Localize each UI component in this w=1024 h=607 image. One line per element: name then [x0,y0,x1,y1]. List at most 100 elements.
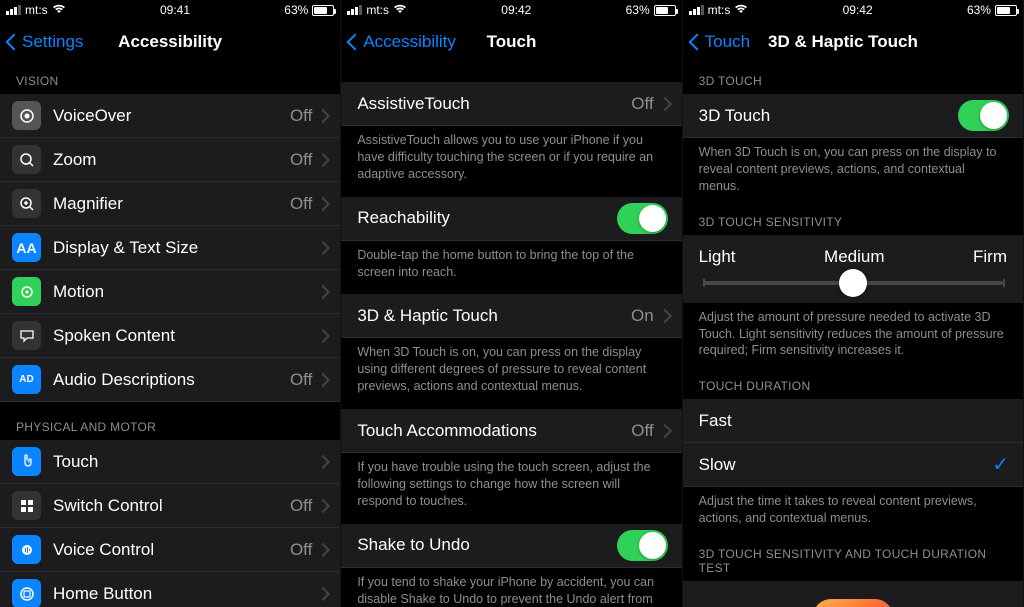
back-button[interactable]: Settings [8,32,83,52]
row-reachability[interactable]: Reachability [341,197,681,241]
battery-icon [654,5,676,16]
toggle-3d-touch[interactable] [958,100,1009,131]
row-touch[interactable]: Touch [0,440,340,484]
speech-bubble-icon [12,321,41,350]
nav-header: Accessibility Touch [341,20,681,64]
slider-label-firm: Firm [973,247,1007,267]
row-label: Spoken Content [53,326,318,346]
footer-assistive: AssistiveTouch allows you to use your iP… [341,126,681,197]
chevron-right-icon [318,373,326,386]
row-value: On [631,306,654,326]
magnifier-icon [12,189,41,218]
page-title: 3D & Haptic Touch [768,32,918,52]
status-time: 09:42 [843,3,873,17]
carrier-label: mt:s [366,3,389,17]
row-3d-touch[interactable]: 3D Touch [683,94,1023,138]
carrier-label: mt:s [25,3,48,17]
toggle-shake-to-undo[interactable] [617,530,668,561]
test-preview-icon[interactable] [813,599,893,607]
row-shake-to-undo[interactable]: Shake to Undo [341,524,681,568]
wifi-icon [393,4,407,17]
row-duration-fast[interactable]: Fast [683,399,1023,443]
row-label: Audio Descriptions [53,370,290,390]
row-spoken-content[interactable]: Spoken Content [0,314,340,358]
row-value: Off [290,496,312,516]
status-bar: mt:s 09:42 63% [683,0,1023,20]
chevron-right-icon [318,197,326,210]
row-label: Touch [53,452,318,472]
chevron-right-icon [318,329,326,342]
back-button[interactable]: Touch [691,32,750,52]
footer-reachability: Double-tap the home button to bring the … [341,241,681,295]
chevron-right-icon [318,109,326,122]
row-3d-haptic-touch[interactable]: 3D & Haptic Touch On [341,294,681,338]
panel-accessibility: mt:s 09:41 63% Settings Accessibility VI… [0,0,341,607]
row-switch-control[interactable]: Switch Control Off [0,484,340,528]
carrier-label: mt:s [708,3,731,17]
row-label: AssistiveTouch [357,94,631,114]
touch-icon [12,447,41,476]
row-label: Reachability [357,208,616,228]
chevron-right-icon [318,153,326,166]
panel-3d-haptic: mt:s 09:42 63% Touch 3D & Haptic Touch 3… [683,0,1024,607]
row-label: Home Button [53,584,318,604]
row-label: Fast [699,411,1009,431]
row-label: Slow [699,455,993,475]
row-label: Touch Accommodations [357,421,631,441]
panel-touch: mt:s 09:42 63% Accessibility Touch Assis… [341,0,682,607]
status-bar: mt:s 09:41 63% [0,0,340,20]
chevron-left-icon [691,32,703,52]
battery-pct: 63% [967,3,991,17]
status-bar: mt:s 09:42 63% [341,0,681,20]
text-size-icon: AA [12,233,41,262]
row-home-button[interactable]: Home Button [0,572,340,607]
sensitivity-slider-row: Light Medium Firm [683,235,1023,303]
row-label: Voice Control [53,540,290,560]
signal-icon [6,5,21,15]
toggle-reachability[interactable] [617,203,668,234]
voiceover-icon [12,101,41,130]
nav-header: Touch 3D & Haptic Touch [683,20,1023,64]
row-value: Off [631,94,653,114]
row-label: 3D Touch [699,106,958,126]
row-label: 3D & Haptic Touch [357,306,631,326]
footer-3d-touch: When 3D Touch is on, you can press on th… [683,138,1023,209]
back-button[interactable]: Accessibility [349,32,456,52]
chevron-right-icon [318,241,326,254]
back-label: Touch [705,32,750,52]
signal-icon [689,5,704,15]
row-audio-descriptions[interactable]: AD Audio Descriptions Off [0,358,340,402]
page-title: Accessibility [118,32,222,52]
row-duration-slow[interactable]: Slow ✓ [683,443,1023,487]
chevron-right-icon [660,309,668,322]
page-title: Touch [487,32,537,52]
row-voice-control[interactable]: Voice Control Off [0,528,340,572]
motion-icon [12,277,41,306]
row-value: Off [290,540,312,560]
row-voiceover[interactable]: VoiceOver Off [0,94,340,138]
section-header-test: 3D TOUCH SENSITIVITY AND TOUCH DURATION … [683,541,1023,581]
row-display-text-size[interactable]: AA Display & Text Size [0,226,340,270]
row-label: Magnifier [53,194,290,214]
slider-thumb[interactable] [839,269,867,297]
row-value: Off [290,194,312,214]
row-label: Display & Text Size [53,238,318,258]
back-label: Settings [22,32,83,52]
sensitivity-slider[interactable] [703,281,1003,285]
section-header-sensitivity: 3D TOUCH SENSITIVITY [683,209,1023,235]
row-motion[interactable]: Motion [0,270,340,314]
footer-duration: Adjust the time it takes to reveal conte… [683,487,1023,541]
row-assistive-touch[interactable]: AssistiveTouch Off [341,82,681,126]
chevron-right-icon [318,499,326,512]
row-touch-accommodations[interactable]: Touch Accommodations Off [341,409,681,453]
zoom-icon [12,145,41,174]
chevron-right-icon [660,424,668,437]
chevron-right-icon [318,543,326,556]
row-zoom[interactable]: Zoom Off [0,138,340,182]
audio-description-icon: AD [12,365,41,394]
row-value: Off [290,106,312,126]
row-magnifier[interactable]: Magnifier Off [0,182,340,226]
section-header-3d-touch: 3D TOUCH [683,64,1023,94]
battery-pct: 63% [284,3,308,17]
wifi-icon [52,4,66,17]
